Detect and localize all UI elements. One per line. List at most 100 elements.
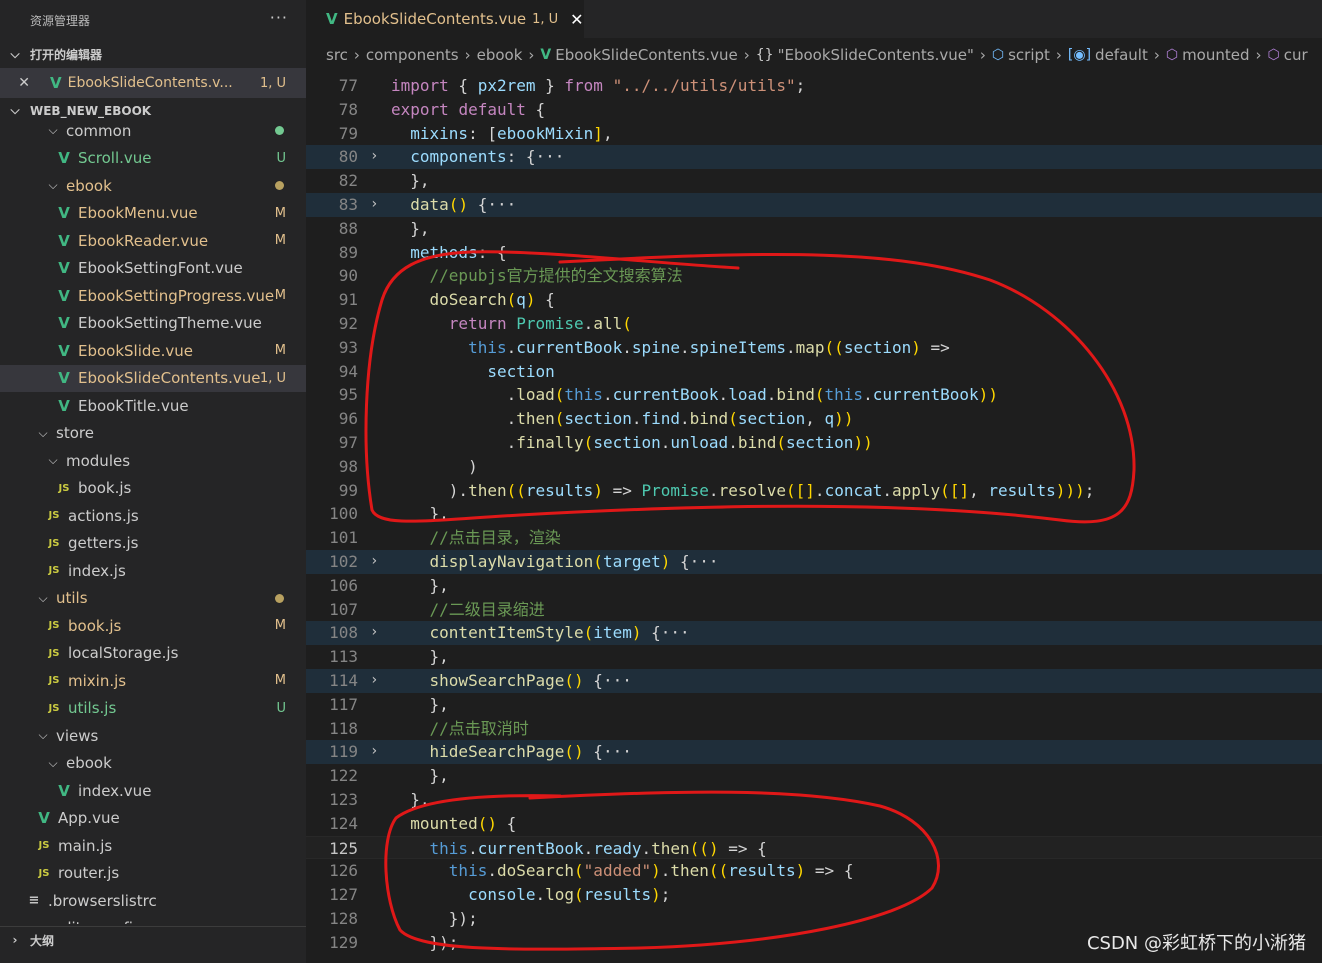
open-editor-item[interactable]: ✕ V EbookSlideContents.v... 1, U: [0, 68, 306, 98]
tree-file[interactable]: JS book.js: [0, 475, 306, 502]
breadcrumb-item[interactable]: src: [326, 46, 348, 64]
code-line[interactable]: 124 mounted() {: [306, 812, 1322, 836]
tree-folder[interactable]: ⌵ modules: [0, 447, 306, 474]
tree-file[interactable]: ≡ .browserslistrc: [0, 887, 306, 914]
tree-file[interactable]: JS main.js: [0, 832, 306, 859]
tree-file[interactable]: V EbookSlideContents.vue 1, U: [0, 364, 306, 392]
tree-file[interactable]: JS index.js: [0, 557, 306, 584]
code-line[interactable]: 126 this.doSearch("added").then((results…: [306, 859, 1322, 883]
vue-file-icon: V: [326, 10, 338, 28]
tree-file[interactable]: JS localStorage.js: [0, 640, 306, 667]
fold-chevron-icon[interactable]: ›: [370, 193, 378, 217]
code-line[interactable]: 113 },: [306, 645, 1322, 669]
close-icon[interactable]: ✕: [570, 10, 583, 29]
chevron-down-icon: ⌵: [48, 755, 58, 770]
breadcrumb-item[interactable]: ebook: [477, 46, 523, 64]
tree-file[interactable]: JS actions.js: [0, 502, 306, 529]
watermark: CSDN @彩虹桥下的小淅猪: [1086, 933, 1306, 954]
fold-chevron-icon[interactable]: ›: [370, 669, 378, 693]
tree-file[interactable]: V EbookReader.vue M: [0, 227, 306, 254]
more-actions-icon[interactable]: ···: [270, 8, 288, 27]
code-line[interactable]: 118 //点击取消时: [306, 717, 1322, 741]
tree-folder[interactable]: ⌵ ebook: [0, 750, 306, 777]
breadcrumb-item[interactable]: mounted: [1182, 46, 1249, 64]
tree-file[interactable]: V EbookSettingTheme.vue: [0, 310, 306, 337]
code-text: doSearch(q) {: [429, 290, 555, 310]
code-view[interactable]: 77 import { px2rem } from "../../utils/ut…: [306, 74, 1322, 963]
tree-file[interactable]: V EbookSettingProgress.vue M: [0, 282, 306, 309]
code-line[interactable]: 117 },: [306, 693, 1322, 717]
line-number: 126: [329, 861, 358, 881]
code-line[interactable]: 83 › data() {···: [306, 193, 1322, 217]
tree-file[interactable]: V EbookTitle.vue: [0, 392, 306, 419]
close-icon[interactable]: ✕: [0, 75, 38, 91]
code-line[interactable]: 89 methods: {: [306, 241, 1322, 265]
code-line[interactable]: 78 export default {: [306, 98, 1322, 122]
tree-file[interactable]: JS book.js M: [0, 612, 306, 639]
code-line[interactable]: 90 //epubjs官方提供的全文搜索算法: [306, 264, 1322, 288]
breadcrumb-item[interactable]: components: [366, 46, 459, 64]
code-text: mixins: [ebookMixin],: [410, 123, 613, 143]
outline-header[interactable]: › 大纲: [0, 926, 306, 953]
tree-folder[interactable]: ⌵ utils: [0, 585, 306, 612]
code-line[interactable]: 95 .load(this.currentBook.load.bind(this…: [306, 383, 1322, 407]
tree-file[interactable]: V Scroll.vue U: [0, 145, 306, 172]
code-line[interactable]: 108 › contentItemStyle(item) {···: [306, 621, 1322, 646]
tree-folder[interactable]: ⌵ store: [0, 420, 306, 447]
code-line[interactable]: 93 this.currentBook.spine.spineItems.map…: [306, 336, 1322, 360]
breadcrumb-item[interactable]: EbookSlideContents.vue: [555, 46, 738, 64]
tree-file[interactable]: JS getters.js: [0, 530, 306, 557]
tree-file[interactable]: JS utils.js U: [0, 695, 306, 722]
tree-file[interactable]: V App.vue: [0, 805, 306, 832]
open-editors-header[interactable]: ⌵ 打开的编辑器: [0, 41, 306, 68]
code-line[interactable]: 128 });: [306, 907, 1322, 931]
code-line[interactable]: 96 .then(section.find.bind(section, q)): [306, 407, 1322, 431]
line-number: 123: [329, 790, 358, 809]
workspace-header[interactable]: ⌵ WEB_NEW_EBOOK: [0, 97, 306, 124]
code-line[interactable]: 122 },: [306, 764, 1322, 788]
code-line[interactable]: 92 return Promise.all(: [306, 312, 1322, 336]
code-line[interactable]: 99 ).then((results) => Promise.resolve([…: [306, 479, 1322, 503]
code-line[interactable]: 79 mixins: [ebookMixin],: [306, 122, 1322, 146]
tree-file[interactable]: Vindex.vue: [0, 777, 306, 804]
tree-file[interactable]: JS mixin.js M: [0, 667, 306, 694]
code-line[interactable]: 101 //点击目录，渲染: [306, 526, 1322, 550]
tab-ebook-slide-contents[interactable]: V EbookSlideContents.vue 1, U ✕: [306, 0, 584, 38]
fold-chevron-icon[interactable]: ›: [370, 550, 378, 574]
code-line[interactable]: 98 ): [306, 455, 1322, 479]
fold-chevron-icon[interactable]: ›: [370, 145, 378, 169]
code-line[interactable]: 100 },: [306, 502, 1322, 526]
tree-file[interactable]: JS router.js: [0, 860, 306, 887]
code-line[interactable]: 88 },: [306, 217, 1322, 241]
code-line[interactable]: 97 .finally(section.unload.bind(section)…: [306, 431, 1322, 455]
code-line[interactable]: 107 //二级目录缩进: [306, 598, 1322, 622]
code-line[interactable]: 77 import { px2rem } from "../../utils/ut…: [306, 74, 1322, 98]
code-line[interactable]: 80 › components: {···: [306, 145, 1322, 170]
breadcrumb-item[interactable]: "EbookSlideContents.vue": [778, 46, 974, 64]
breadcrumb-item[interactable]: cur: [1284, 46, 1308, 64]
breadcrumb-item[interactable]: script: [1008, 46, 1050, 64]
tree-folder[interactable]: ⌵ common: [0, 121, 306, 144]
code-line[interactable]: 91 doSearch(q) {: [306, 288, 1322, 312]
code-line[interactable]: 127 console.log(results);: [306, 883, 1322, 907]
tree-file[interactable]: ≡ .editorconfig: [0, 915, 306, 924]
line-number: 80: [338, 147, 358, 167]
line-number: 125: [329, 838, 358, 858]
fold-chevron-icon[interactable]: ›: [370, 621, 378, 645]
code-line[interactable]: 123 },: [306, 788, 1322, 812]
tree-item-label: .browserslistrc: [48, 891, 157, 910]
code-line[interactable]: 114 › showSearchPage() {···: [306, 669, 1322, 693]
code-line[interactable]: 106 },: [306, 574, 1322, 598]
tree-file[interactable]: V EbookMenu.vue M: [0, 200, 306, 227]
code-line[interactable]: 119 › hideSearchPage() {···: [306, 740, 1322, 765]
tree-folder[interactable]: ⌵ ebook: [0, 172, 306, 199]
fold-chevron-icon[interactable]: ›: [370, 740, 378, 764]
code-line[interactable]: 102 › displayNavigation(target) {···: [306, 550, 1322, 574]
tree-file[interactable]: V EbookSlide.vue M: [0, 337, 306, 364]
breadcrumb-item[interactable]: default: [1095, 46, 1148, 64]
code-line[interactable]: 125 this.currentBook.ready.then(() => {: [306, 835, 1322, 860]
tree-file[interactable]: V EbookSettingFont.vue: [0, 255, 306, 282]
code-line[interactable]: 94 section: [306, 360, 1322, 384]
tree-folder[interactable]: ⌵ views: [0, 722, 306, 749]
code-line[interactable]: 82 },: [306, 169, 1322, 193]
